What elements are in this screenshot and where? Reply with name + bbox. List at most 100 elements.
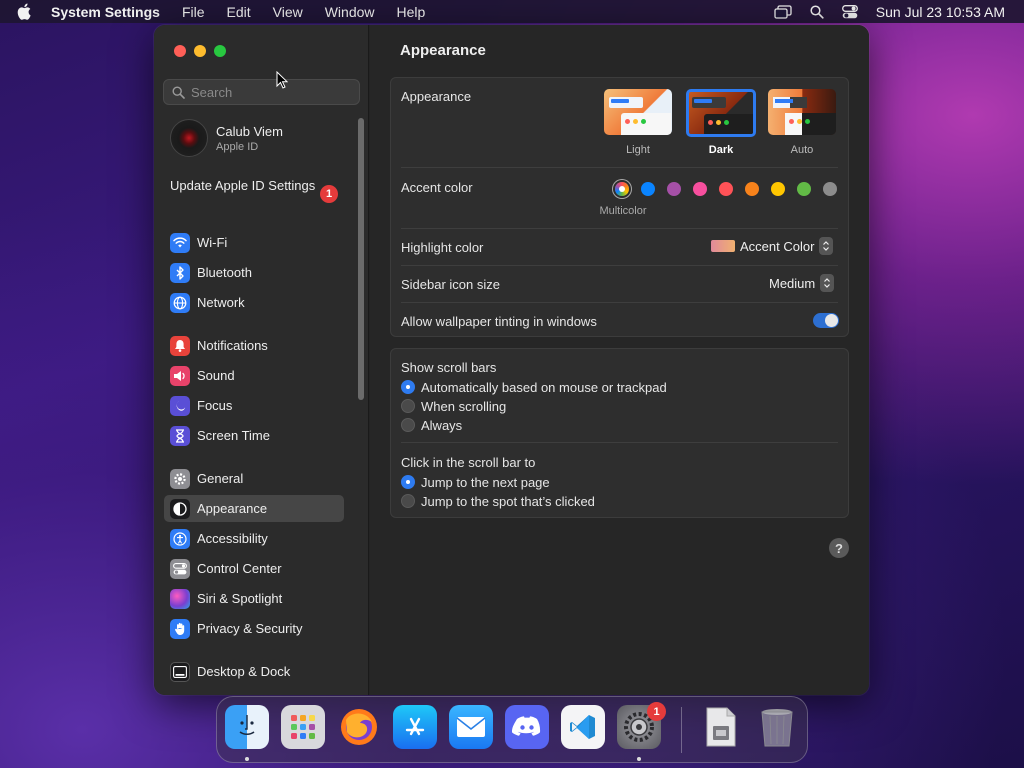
search-icon bbox=[172, 85, 185, 99]
menu-edit[interactable]: Edit bbox=[227, 4, 251, 20]
apple-logo-icon[interactable] bbox=[17, 2, 37, 22]
sidebar-item-label: Privacy & Security bbox=[197, 621, 303, 636]
accent-graphite-swatch[interactable] bbox=[823, 182, 837, 196]
click-scroll-bar-label: Click in the scroll bar to bbox=[401, 455, 536, 470]
sidebar-item-sound[interactable]: Sound bbox=[164, 362, 344, 389]
radio-scroll-when-scrolling-label[interactable]: When scrolling bbox=[421, 399, 506, 414]
help-button[interactable]: ? bbox=[829, 538, 849, 558]
sidebar-item-general[interactable]: General bbox=[164, 465, 344, 492]
zoom-button[interactable] bbox=[214, 45, 226, 57]
sidebar-item-label: Focus bbox=[197, 398, 233, 413]
dock-vscode-icon[interactable] bbox=[561, 705, 605, 749]
screen-mirroring-icon[interactable] bbox=[774, 4, 792, 19]
sidebar-item-label: Notifications bbox=[197, 338, 268, 353]
sidebar-item-label: Control Center bbox=[197, 561, 282, 576]
highlight-color-popup[interactable]: Accent Color bbox=[711, 237, 834, 255]
bluetooth-icon bbox=[170, 262, 190, 283]
accent-purple-swatch[interactable] bbox=[667, 182, 681, 196]
update-apple-id-settings[interactable]: Update Apple ID Settings bbox=[170, 178, 340, 194]
wallpaper-tinting-toggle[interactable] bbox=[813, 313, 839, 328]
sidebar-item-control-center[interactable]: Control Center bbox=[164, 555, 344, 582]
divider bbox=[401, 167, 838, 168]
accent-blue-swatch[interactable] bbox=[641, 182, 655, 196]
dock-running-indicator bbox=[637, 757, 641, 761]
update-badge: 1 bbox=[320, 185, 338, 203]
dock-app-store-icon[interactable] bbox=[393, 705, 437, 749]
sidebar-item-notifications[interactable]: Notifications bbox=[164, 332, 344, 359]
sidebar-icon-size-value: Medium bbox=[769, 275, 816, 291]
radio-scroll-automatic-label[interactable]: Automatically based on mouse or trackpad bbox=[421, 380, 667, 395]
sidebar-item-focus[interactable]: Focus bbox=[164, 392, 344, 419]
radio-jump-spot-clicked[interactable] bbox=[401, 494, 415, 508]
dock-finder-icon[interactable] bbox=[225, 705, 269, 749]
accent-pink-swatch[interactable] bbox=[693, 182, 707, 196]
appearance-auto-option[interactable] bbox=[768, 89, 836, 135]
hand-icon bbox=[170, 618, 190, 639]
moon-icon bbox=[170, 395, 190, 416]
menu-app-name[interactable]: System Settings bbox=[51, 4, 160, 20]
menu-view[interactable]: View bbox=[273, 4, 303, 20]
gear-icon bbox=[170, 468, 190, 489]
radio-scroll-always[interactable] bbox=[401, 418, 415, 432]
dock-firefox-icon[interactable] bbox=[337, 705, 381, 749]
sidebar-item-label: Accessibility bbox=[197, 531, 268, 546]
dock-discord-icon[interactable] bbox=[505, 705, 549, 749]
radio-jump-next-page-label[interactable]: Jump to the next page bbox=[421, 475, 550, 490]
accent-red-swatch[interactable] bbox=[719, 182, 733, 196]
globe-icon bbox=[170, 292, 190, 313]
appearance-dark-option[interactable] bbox=[686, 89, 756, 137]
sidebar-scrollbar[interactable] bbox=[358, 118, 364, 400]
radio-jump-next-page[interactable] bbox=[401, 475, 415, 489]
search-input[interactable] bbox=[191, 84, 351, 100]
radio-scroll-when-scrolling[interactable] bbox=[401, 399, 415, 413]
bell-icon bbox=[170, 335, 190, 356]
sidebar-icon-size-popup[interactable]: Medium bbox=[769, 274, 835, 292]
highlight-color-preview bbox=[711, 240, 735, 252]
dock-trash-icon[interactable] bbox=[755, 705, 799, 749]
appearance-auto-label: Auto bbox=[790, 144, 814, 156]
wifi-icon bbox=[170, 232, 190, 253]
sidebar: Calub Viem Apple ID Update Apple ID Sett… bbox=[154, 25, 369, 695]
dock: 1 bbox=[216, 696, 808, 763]
sidebar-item-bluetooth[interactable]: Bluetooth bbox=[164, 259, 344, 286]
sidebar-item-screen-time[interactable]: Screen Time bbox=[164, 422, 344, 449]
close-button[interactable] bbox=[174, 45, 186, 57]
sidebar-item-label: Sound bbox=[197, 368, 235, 383]
sidebar-item-wifi[interactable]: Wi-Fi bbox=[164, 229, 344, 256]
menu-help[interactable]: Help bbox=[397, 4, 426, 20]
accent-multicolor-swatch[interactable] bbox=[615, 182, 629, 196]
mouse-cursor-icon bbox=[276, 70, 289, 89]
appearance-dark-label: Dark bbox=[708, 144, 734, 156]
sidebar-item-label: Wi-Fi bbox=[197, 235, 228, 250]
accent-color-label: Accent color bbox=[401, 180, 473, 195]
menu-clock[interactable]: Sun Jul 23 10:53 AM bbox=[876, 4, 1005, 20]
menu-window[interactable]: Window bbox=[325, 4, 375, 20]
apple-id-profile[interactable]: Calub Viem Apple ID bbox=[170, 119, 283, 157]
sidebar-item-appearance[interactable]: Appearance bbox=[164, 495, 344, 522]
sidebar-item-accessibility[interactable]: Accessibility bbox=[164, 525, 344, 552]
dock-settings-badge: 1 bbox=[647, 702, 666, 721]
control-center-menu-icon[interactable] bbox=[841, 4, 858, 19]
radio-scroll-always-label[interactable]: Always bbox=[421, 418, 462, 433]
minimize-button[interactable] bbox=[194, 45, 206, 57]
wallpaper-tinting-label: Allow wallpaper tinting in windows bbox=[401, 314, 597, 329]
accent-green-swatch[interactable] bbox=[797, 182, 811, 196]
radio-scroll-automatic[interactable] bbox=[401, 380, 415, 394]
accent-orange-swatch[interactable] bbox=[745, 182, 759, 196]
sidebar-item-desktop-dock[interactable]: Desktop & Dock bbox=[164, 658, 344, 685]
speaker-icon bbox=[170, 365, 190, 386]
menu-file[interactable]: File bbox=[182, 4, 205, 20]
siri-icon bbox=[170, 588, 190, 609]
dock-launchpad-icon[interactable] bbox=[281, 705, 325, 749]
sidebar-item-siri-spotlight[interactable]: Siri & Spotlight bbox=[164, 585, 344, 612]
search-field[interactable] bbox=[163, 79, 360, 105]
appearance-light-option[interactable] bbox=[604, 89, 672, 135]
radio-jump-spot-clicked-label[interactable]: Jump to the spot that’s clicked bbox=[421, 494, 595, 509]
spotlight-search-icon[interactable] bbox=[810, 4, 824, 19]
dock-mail-icon[interactable] bbox=[449, 705, 493, 749]
accent-yellow-swatch[interactable] bbox=[771, 182, 785, 196]
dock-downloads-icon[interactable] bbox=[699, 705, 743, 749]
sidebar-item-network[interactable]: Network bbox=[164, 289, 344, 316]
sidebar-item-privacy-security[interactable]: Privacy & Security bbox=[164, 615, 344, 642]
sidebar-item-label: Network bbox=[197, 295, 245, 310]
